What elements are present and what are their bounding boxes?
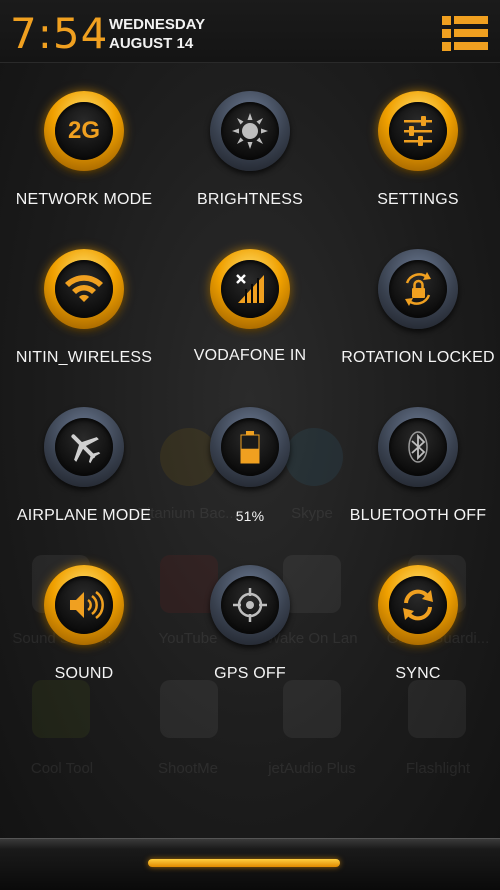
toggle-label: BLUETOOTH OFF xyxy=(349,507,487,524)
toggle-label: BRIGHTNESS xyxy=(196,191,303,208)
toggle-brightness[interactable]: BRIGHTNESS xyxy=(166,83,334,233)
toggle-label: SYNC xyxy=(395,665,441,682)
sync-icon xyxy=(389,576,447,634)
toggle-gps[interactable]: GPS OFF xyxy=(166,557,334,707)
gps-crosshair-icon xyxy=(221,576,279,634)
toggle-label: ROTATION LOCKED xyxy=(341,349,495,366)
date-label: AUGUST 14 xyxy=(109,35,194,52)
battery-icon xyxy=(221,418,279,476)
settings-sliders-icon xyxy=(389,102,447,160)
list-menu-icon[interactable] xyxy=(442,15,488,51)
toggle-label: AIRPLANE MODE xyxy=(16,507,152,524)
bg-app-label: Cool Tool xyxy=(30,760,94,777)
toggle-mobile-network[interactable]: VODAFONE IN xyxy=(166,241,334,391)
toggle-sound[interactable]: SOUND xyxy=(0,557,168,707)
drag-handle[interactable] xyxy=(148,859,340,867)
toggle-rotation[interactable]: ROTATION LOCKED xyxy=(334,241,500,391)
toggle-label: SETTINGS xyxy=(377,191,459,208)
toggle-label: GPS OFF xyxy=(214,665,286,682)
signal-icon xyxy=(221,260,279,318)
wifi-icon xyxy=(55,260,113,318)
bg-app-label: ShootMe xyxy=(157,760,219,777)
bg-app-label: jetAudio Plus xyxy=(268,760,356,777)
toggle-network-mode[interactable]: 2G NETWORK MODE xyxy=(0,83,168,233)
clock: 7:54 xyxy=(10,9,109,58)
toggle-label: NETWORK MODE xyxy=(15,191,153,208)
battery-percent: 51% xyxy=(235,508,265,524)
toggle-wifi[interactable]: NITIN_WIRELESS xyxy=(0,241,168,391)
toggle-bluetooth[interactable]: BLUETOOTH OFF xyxy=(334,399,500,549)
toggle-airplane[interactable]: AIRPLANE MODE xyxy=(0,399,168,549)
battery-indicator[interactable]: 51% xyxy=(166,399,334,549)
brightness-sun-icon xyxy=(221,102,279,160)
toggle-label: VODAFONE IN xyxy=(193,347,307,364)
2g-icon: 2G xyxy=(55,102,113,160)
bluetooth-icon xyxy=(389,418,447,476)
toggle-settings[interactable]: SETTINGS xyxy=(334,83,500,233)
date-display: WEDNESDAY AUGUST 14 xyxy=(109,15,205,53)
airplane-icon xyxy=(55,418,113,476)
rotation-lock-icon xyxy=(389,260,447,318)
weekday-label: WEDNESDAY xyxy=(109,16,206,33)
speaker-icon xyxy=(55,576,113,634)
panel-bottom-bar xyxy=(0,838,500,890)
toggle-sync[interactable]: SYNC xyxy=(334,557,500,707)
toggle-label: NITIN_WIRELESS xyxy=(15,349,153,366)
status-header: 7:54 WEDNESDAY AUGUST 14 xyxy=(0,0,500,63)
toggle-label: SOUND xyxy=(54,665,114,682)
bg-app-label: Flashlight xyxy=(405,760,471,777)
